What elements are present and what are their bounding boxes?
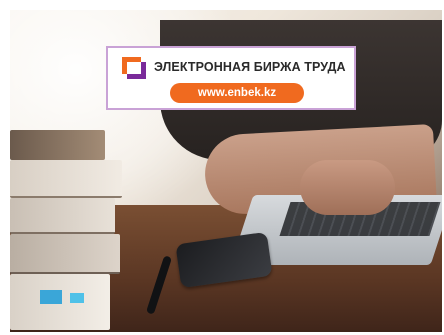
book (10, 234, 120, 274)
sticky-note (70, 293, 84, 303)
sticky-note (40, 290, 62, 304)
book-stack (10, 130, 135, 332)
website-link[interactable]: www.enbek.kz (170, 83, 304, 103)
person-hand (300, 160, 395, 215)
image-frame: ЭЛЕКТРОННАЯ БИРЖА ТРУДА www.enbek.kz (0, 0, 444, 335)
enbek-banner: ЭЛЕКТРОННАЯ БИРЖА ТРУДА www.enbek.kz (106, 46, 356, 110)
enbek-logo-icon (122, 57, 146, 79)
book (10, 198, 115, 234)
website-url: www.enbek.kz (197, 87, 277, 99)
book (10, 130, 105, 160)
banner-title: ЭЛЕКТРОННАЯ БИРЖА ТРУДА (154, 60, 346, 74)
book (10, 160, 122, 198)
